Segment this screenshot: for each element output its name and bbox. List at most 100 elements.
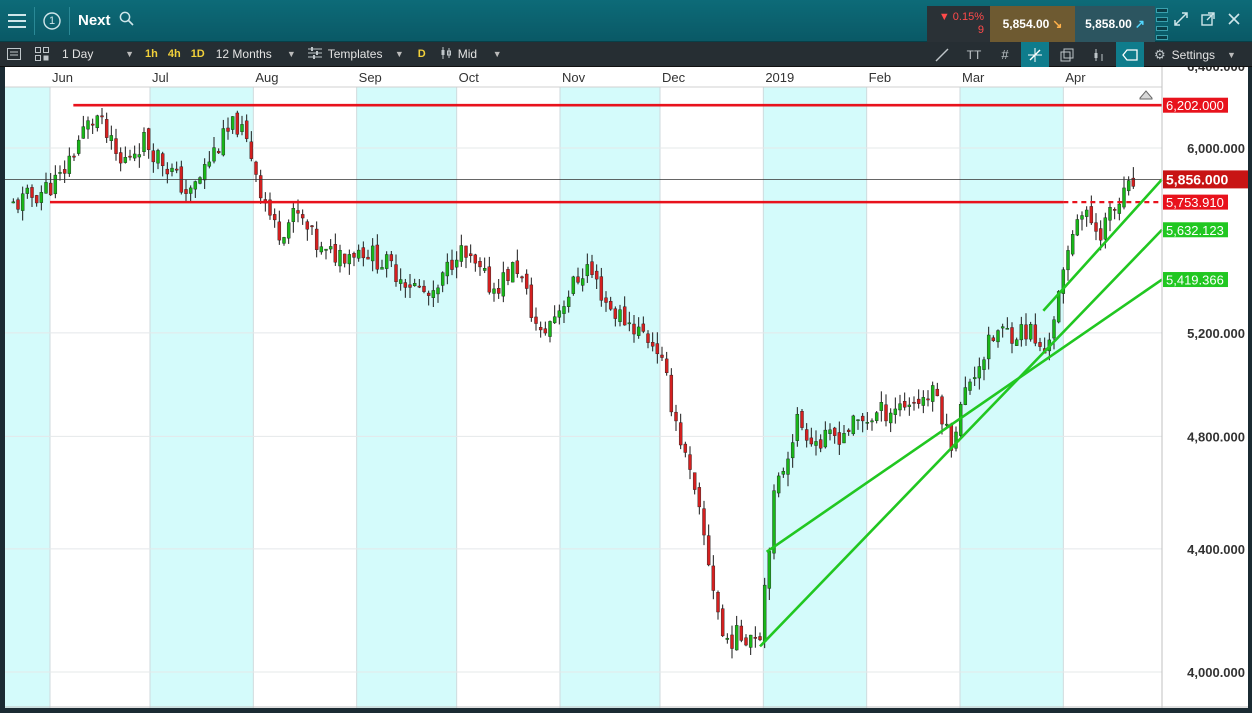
- candle-down: [991, 337, 996, 341]
- candle-up: [347, 254, 352, 265]
- candle-up: [566, 296, 571, 307]
- candle-down: [902, 401, 907, 408]
- d-indicator-button[interactable]: D: [410, 48, 434, 60]
- price-tick-label: 5,200.000: [1187, 326, 1245, 341]
- candle-up: [828, 429, 832, 434]
- draw-line-icon[interactable]: [928, 42, 956, 67]
- candle-up: [370, 245, 375, 262]
- range-dropdown[interactable]: 12 Months ▼: [210, 42, 302, 67]
- text-tool-button[interactable]: TT: [960, 42, 988, 67]
- candle-up: [795, 413, 800, 441]
- price-tag-label: 5,419.366: [1166, 273, 1224, 288]
- candle-down: [744, 637, 748, 646]
- buy-button[interactable]: 5,858.00 ↗: [1075, 6, 1155, 42]
- candle-down: [632, 323, 636, 335]
- candle-up: [25, 187, 30, 194]
- interval-dropdown[interactable]: 1 Day ▼: [56, 42, 140, 67]
- candle-down: [473, 254, 478, 264]
- candle-down: [272, 214, 277, 221]
- month-label: Jun: [52, 70, 73, 85]
- month-shade: [960, 87, 1064, 708]
- month-shade: [763, 87, 867, 708]
- candle-down: [660, 354, 664, 358]
- price-tick-label: 4,000.000: [1187, 665, 1245, 680]
- price-type-dropdown[interactable]: Mid ▼: [434, 42, 508, 67]
- change-percent: ▼ 0.15%: [938, 11, 984, 23]
- grid-icon[interactable]: #: [991, 42, 1019, 67]
- window-number-badge[interactable]: 1: [35, 0, 69, 42]
- list-icon[interactable]: [0, 42, 28, 67]
- candle-up: [1005, 328, 1010, 330]
- price-tick-label: 4,400.000: [1187, 542, 1245, 557]
- candle-up: [557, 310, 562, 318]
- candle-up: [1117, 203, 1122, 214]
- candle-up: [977, 366, 982, 379]
- candle-down: [342, 253, 347, 264]
- candle-down: [538, 327, 543, 331]
- candle-up: [81, 126, 86, 139]
- candle-down: [151, 150, 156, 163]
- candle-up: [842, 433, 846, 444]
- candle-up: [492, 288, 496, 294]
- candle-up: [240, 124, 244, 132]
- month-label: Feb: [869, 70, 891, 85]
- candle-down: [506, 269, 510, 281]
- candle-down: [702, 508, 706, 536]
- candle-up: [501, 272, 506, 297]
- candle-down: [860, 415, 865, 422]
- price-tag-icon[interactable]: [1116, 42, 1144, 67]
- candle-down: [235, 112, 240, 135]
- candle-up: [823, 429, 828, 448]
- search-icon[interactable]: [119, 11, 134, 30]
- crosshair-icon[interactable]: [1021, 42, 1049, 67]
- popout-icon[interactable]: [1201, 12, 1215, 30]
- candle-up: [1019, 324, 1024, 341]
- candle-down: [1038, 342, 1042, 347]
- timeframe-1d-button[interactable]: 1D: [186, 48, 210, 60]
- candle-down: [916, 398, 921, 404]
- candle-up: [772, 490, 776, 554]
- month-label: Aug: [255, 70, 278, 85]
- month-label: 2019: [765, 70, 794, 85]
- candle-down: [524, 273, 529, 289]
- candle-down: [576, 276, 580, 283]
- candle-down: [608, 300, 613, 310]
- settings-dropdown[interactable]: ⚙ Settings ▼: [1148, 42, 1248, 67]
- caret-down-icon: ▼: [394, 49, 404, 59]
- expand-icon[interactable]: [1174, 12, 1188, 30]
- timeframe-1h-button[interactable]: 1h: [140, 48, 163, 60]
- candle-up: [1108, 207, 1112, 221]
- indicator-icon[interactable]: [1085, 42, 1113, 67]
- candle-up: [95, 115, 100, 129]
- candle-down: [450, 259, 454, 270]
- candle-down: [1024, 324, 1028, 340]
- candle-up: [996, 330, 1000, 343]
- candlestick-chart-svg[interactable]: Jun Jul Aug Sep Oct Nov Dec 2019 Feb Mar Apr 6,000.…: [5, 59, 1248, 708]
- candle-up: [963, 387, 968, 405]
- templates-dropdown[interactable]: Templates ▼: [302, 42, 410, 67]
- candle-down: [926, 398, 930, 401]
- layout-grid-icon[interactable]: [28, 42, 56, 67]
- price-tag-label: 5,856.000: [1166, 171, 1228, 187]
- candle-down: [62, 169, 67, 174]
- sell-button[interactable]: 5,854.00 ↘: [990, 6, 1075, 42]
- candle-down: [90, 123, 95, 126]
- close-icon[interactable]: [1228, 12, 1240, 29]
- candle-up: [636, 326, 641, 336]
- candle-up: [53, 174, 58, 195]
- candle-up: [431, 290, 436, 298]
- candle-down: [468, 253, 473, 257]
- candle-down: [114, 138, 118, 154]
- hamburger-menu-icon[interactable]: [0, 0, 34, 42]
- candle-up: [748, 634, 753, 648]
- candle-up: [776, 475, 781, 494]
- caret-down-icon: ▼: [125, 49, 134, 59]
- candle-up: [338, 250, 342, 267]
- candle-down: [688, 454, 692, 470]
- candle-down: [104, 119, 109, 138]
- candle-up: [398, 279, 403, 284]
- candle-down: [305, 221, 310, 230]
- copy-icon[interactable]: [1053, 42, 1081, 67]
- timeframe-4h-button[interactable]: 4h: [163, 48, 186, 60]
- price-chart[interactable]: Jun Jul Aug Sep Oct Nov Dec 2019 Feb Mar Apr 6,000.…: [5, 59, 1248, 708]
